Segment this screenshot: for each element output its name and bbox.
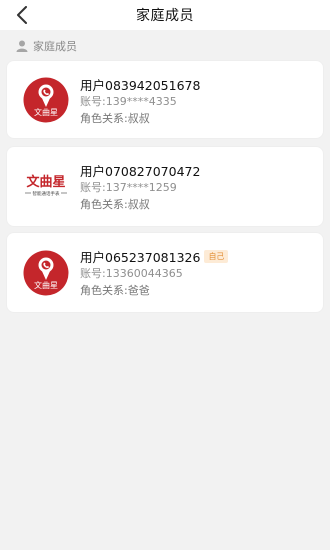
page-title: 家庭成员 [136, 8, 194, 24]
member-account: 账号:139****4335 [80, 95, 177, 108]
member-role: 角色关系:爸爸 [80, 284, 150, 297]
person-icon [16, 40, 28, 52]
member-name: 用户070827070472 [80, 163, 201, 179]
chevron-left-icon [17, 6, 27, 24]
section-header: 家庭成员 [16, 38, 77, 54]
member-account: 账号:13360044365 [80, 267, 183, 280]
member-name: 用户083942051678 [80, 77, 201, 93]
member-card[interactable]: 文曲星 智能通话手表 用户070827070472 账号:137****1259… [7, 147, 323, 226]
self-badge: 自己 [204, 249, 229, 263]
avatar: 文曲星 [23, 77, 69, 122]
logo-text: 文曲星 [34, 107, 58, 117]
member-name: 用户065237081326 [80, 249, 201, 265]
member-role: 角色关系:叔叔 [80, 112, 150, 125]
member-account: 账号:137****1259 [80, 181, 177, 194]
logo-text: 文曲星 [26, 174, 65, 190]
member-card[interactable]: 文曲星 用户065237081326 自己 账号:13360044365 角色关… [7, 233, 323, 312]
logo-subtext: 智能通话手表 [33, 190, 60, 197]
nav-bar: 家庭成员 [0, 0, 330, 30]
avatar: 文曲星 智能通话手表 [23, 163, 69, 210]
member-card[interactable]: 文曲星 用户083942051678 账号:139****4335 角色关系:叔… [7, 61, 323, 138]
section-title: 家庭成员 [33, 40, 77, 53]
logo-text: 文曲星 [34, 280, 58, 290]
avatar: 文曲星 [23, 250, 69, 295]
member-role: 角色关系:叔叔 [80, 198, 150, 211]
back-button[interactable] [12, 5, 32, 25]
